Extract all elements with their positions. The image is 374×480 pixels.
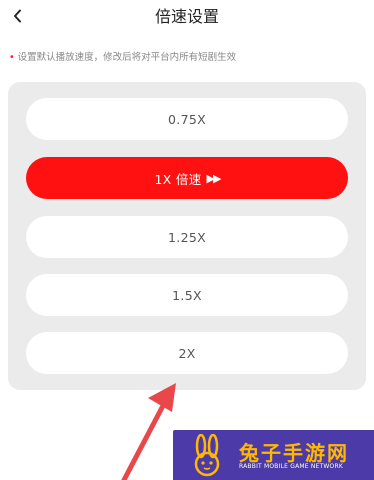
rabbit-logo-icon bbox=[194, 434, 220, 477]
watermark-badge: 兔子手游网 RABBIT MOBILE GAME NETWORK bbox=[173, 430, 374, 480]
watermark-title: 兔子手游网 bbox=[239, 441, 349, 465]
annotation-arrow bbox=[121, 383, 176, 480]
watermark-subtitle: RABBIT MOBILE GAME NETWORK bbox=[239, 463, 343, 470]
speed-settings-page: 倍速设置 • 设置默认播放速度，修改后将对平台内所有短剧生效 0.75X 1X 倍… bbox=[0, 0, 374, 480]
